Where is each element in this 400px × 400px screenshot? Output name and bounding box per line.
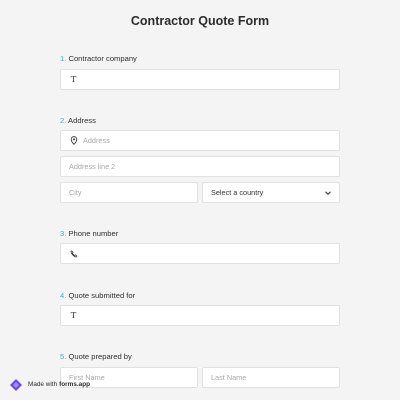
- question-quote-submitted-for: 4. Quote submitted for: [60, 291, 135, 300]
- question-number: 5.: [60, 352, 67, 361]
- question-quote-prepared-by: 5. Quote prepared by: [60, 352, 132, 361]
- address-line1-input[interactable]: Address: [60, 130, 340, 151]
- forms-app-logo-icon: [10, 378, 22, 391]
- phone-number-input[interactable]: [60, 243, 340, 264]
- contractor-company-input[interactable]: T: [60, 69, 340, 90]
- made-with-text: Made with: [28, 381, 58, 388]
- quote-submitted-for-input[interactable]: T: [60, 305, 340, 326]
- forms-app-brand: forms.app: [59, 381, 91, 388]
- question-label: Address: [68, 116, 96, 125]
- address-line2-placeholder: Address line 2: [69, 162, 116, 171]
- address-line1-placeholder: Address: [83, 136, 110, 145]
- question-phone-number: 3. Phone number: [60, 229, 118, 238]
- country-select-value: Select a country: [211, 188, 264, 197]
- country-select[interactable]: Select a country: [202, 182, 340, 203]
- question-label: Contractor company: [68, 54, 137, 63]
- chevron-down-icon: [325, 191, 331, 196]
- phone-icon: [69, 249, 78, 258]
- text-icon: T: [70, 310, 77, 321]
- address-line2-input[interactable]: Address line 2: [60, 156, 340, 177]
- question-number: 2.: [60, 116, 67, 125]
- made-with-forms-app-badge[interactable]: Made with forms.app: [8, 376, 90, 393]
- question-label: Phone number: [68, 229, 119, 238]
- question-address: 2. Address: [60, 116, 96, 125]
- city-placeholder: City: [69, 188, 82, 197]
- question-number: 4.: [60, 291, 67, 300]
- question-label: Quote prepared by: [68, 352, 132, 361]
- city-input[interactable]: City: [60, 182, 198, 203]
- question-number: 3.: [60, 229, 67, 238]
- question-contractor-company: 1. Contractor company: [60, 54, 137, 63]
- last-name-input[interactable]: Last Name: [202, 367, 340, 388]
- form-title: Contractor Quote Form: [130, 14, 270, 28]
- last-name-placeholder: Last Name: [211, 373, 247, 382]
- question-label: Quote submitted for: [68, 291, 136, 300]
- location-pin-icon: [69, 136, 78, 145]
- text-icon: T: [70, 74, 77, 85]
- question-number: 1.: [60, 54, 67, 63]
